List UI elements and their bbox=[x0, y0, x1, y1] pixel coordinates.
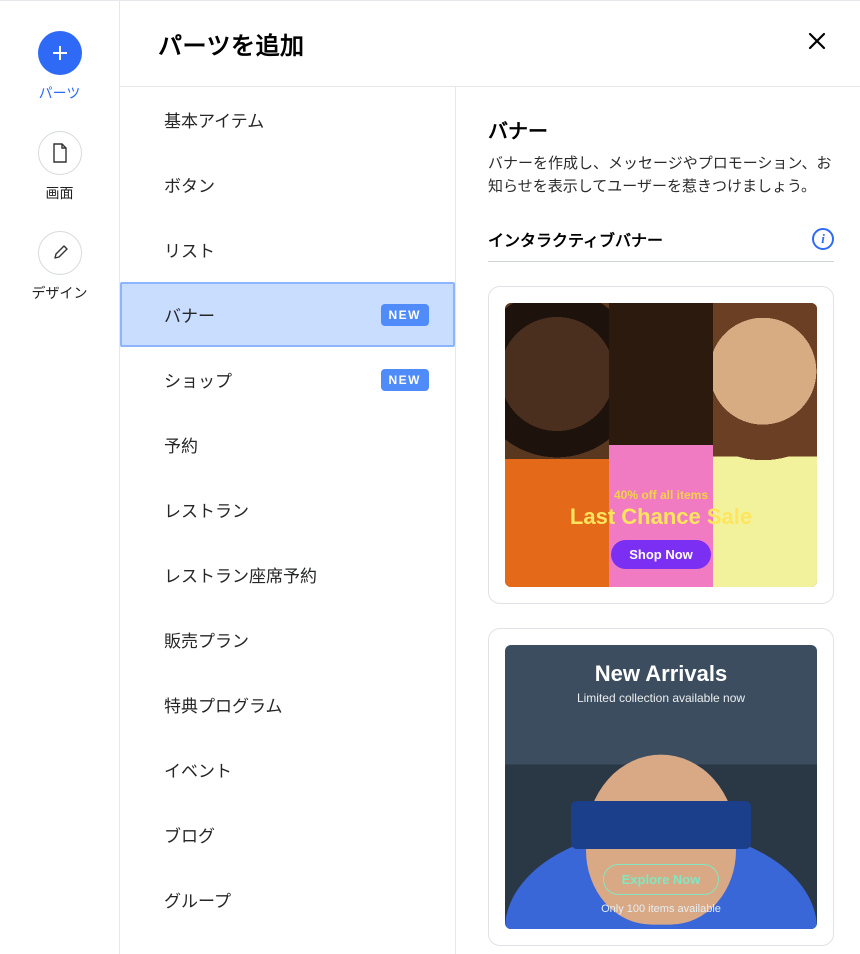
category-item[interactable]: レストラン bbox=[120, 477, 455, 542]
preview-overlay-top: New Arrivals Limited collection availabl… bbox=[505, 661, 817, 705]
category-item[interactable]: リスト bbox=[120, 217, 455, 282]
left-rail: パーツ 画面 デザイン bbox=[0, 1, 120, 954]
detail-column: バナー バナーを作成し、メッセージやプロモーション、お知らせを表示してユーザーを… bbox=[456, 87, 860, 954]
page-icon bbox=[38, 131, 82, 175]
category-item[interactable]: グループ bbox=[120, 867, 455, 932]
preview-note: Only 100 items available bbox=[505, 903, 817, 915]
panel-header: パーツを追加 bbox=[120, 1, 860, 87]
brush-icon bbox=[38, 231, 82, 275]
category-label: 特典プログラム bbox=[164, 692, 283, 717]
preview-tagline: 40% off all items bbox=[505, 488, 817, 502]
category-label: レストラン bbox=[164, 497, 249, 522]
banner-template-card[interactable]: 40% off all items Last Chance Sale Shop … bbox=[488, 286, 834, 604]
category-item[interactable]: レストラン座席予約 bbox=[120, 542, 455, 607]
category-label: イベント bbox=[164, 757, 232, 782]
new-badge: NEW bbox=[381, 369, 430, 391]
category-item[interactable]: 予約 bbox=[120, 412, 455, 477]
close-icon bbox=[806, 30, 828, 52]
rail-item-parts[interactable]: パーツ bbox=[38, 31, 82, 103]
preview-cta-button: Explore Now bbox=[603, 864, 720, 895]
category-item[interactable]: ブログ bbox=[120, 802, 455, 867]
rail-label-parts: パーツ bbox=[39, 83, 81, 103]
app-root: パーツ 画面 デザイン パーツを追加 基本アイテムボタンリストバナーNEWショッ… bbox=[0, 0, 860, 954]
category-list: 基本アイテムボタンリストバナー NEW ショップ NEW 予約レストランレストラン座席予… bbox=[120, 87, 456, 954]
preview-title: New Arrivals bbox=[505, 661, 817, 687]
category-label: 予約 bbox=[164, 432, 198, 457]
preview-cta-button: Shop Now bbox=[611, 540, 711, 569]
category-item[interactable]: ショップ NEW bbox=[120, 347, 455, 412]
info-icon[interactable]: i bbox=[812, 228, 834, 250]
category-label: ショップ bbox=[164, 367, 232, 392]
rail-label-design: デザイン bbox=[32, 283, 88, 303]
preview-overlay: 40% off all items Last Chance Sale Shop … bbox=[505, 488, 817, 569]
add-parts-panel: パーツを追加 基本アイテムボタンリストバナーNEWショップNEW予約レストランレ… bbox=[120, 1, 860, 954]
panel-body: 基本アイテムボタンリストバナーNEWショップNEW予約レストランレストラン座席予… bbox=[120, 87, 860, 954]
section-label: インタラクティブバナー bbox=[488, 227, 663, 251]
preview-overlay-bottom: Explore Now Only 100 items available bbox=[505, 864, 817, 915]
banner-preview-new-arrivals: New Arrivals Limited collection availabl… bbox=[505, 645, 817, 929]
new-badge: NEW bbox=[381, 304, 430, 326]
category-item[interactable]: バナー NEW bbox=[120, 282, 455, 347]
rail-label-screen: 画面 bbox=[46, 183, 74, 203]
category-item[interactable]: 基本アイテム bbox=[120, 87, 455, 152]
category-label: ブログ bbox=[164, 822, 215, 847]
preview-headline: Last Chance Sale bbox=[505, 504, 817, 530]
category-label: ボタン bbox=[164, 172, 215, 197]
panel-title: パーツを追加 bbox=[158, 26, 305, 61]
category-item[interactable]: イベント bbox=[120, 737, 455, 802]
category-label: グループ bbox=[164, 887, 231, 912]
category-label: 販売プラン bbox=[164, 627, 249, 652]
category-item[interactable]: フォーラム bbox=[120, 932, 455, 954]
rail-item-screen[interactable]: 画面 bbox=[38, 131, 82, 203]
rail-item-design[interactable]: デザイン bbox=[32, 231, 88, 303]
preview-subtitle: Limited collection available now bbox=[505, 691, 817, 705]
banner-preview-last-chance: 40% off all items Last Chance Sale Shop … bbox=[505, 303, 817, 587]
plus-icon bbox=[38, 31, 82, 75]
category-item[interactable]: 特典プログラム bbox=[120, 672, 455, 737]
section-header: インタラクティブバナー i bbox=[488, 227, 834, 262]
category-label: 基本アイテム bbox=[164, 107, 264, 132]
category-label: バナー bbox=[164, 302, 215, 327]
banner-template-card[interactable]: New Arrivals Limited collection availabl… bbox=[488, 628, 834, 946]
category-item[interactable]: ボタン bbox=[120, 152, 455, 217]
category-label: リスト bbox=[164, 237, 215, 262]
detail-description: バナーを作成し、メッセージやプロモーション、お知らせを表示してユーザーを惹きつけ… bbox=[488, 152, 834, 199]
category-item[interactable]: 販売プラン bbox=[120, 607, 455, 672]
close-button[interactable] bbox=[800, 24, 834, 63]
detail-title: バナー bbox=[488, 115, 834, 144]
category-label: レストラン座席予約 bbox=[164, 562, 317, 587]
